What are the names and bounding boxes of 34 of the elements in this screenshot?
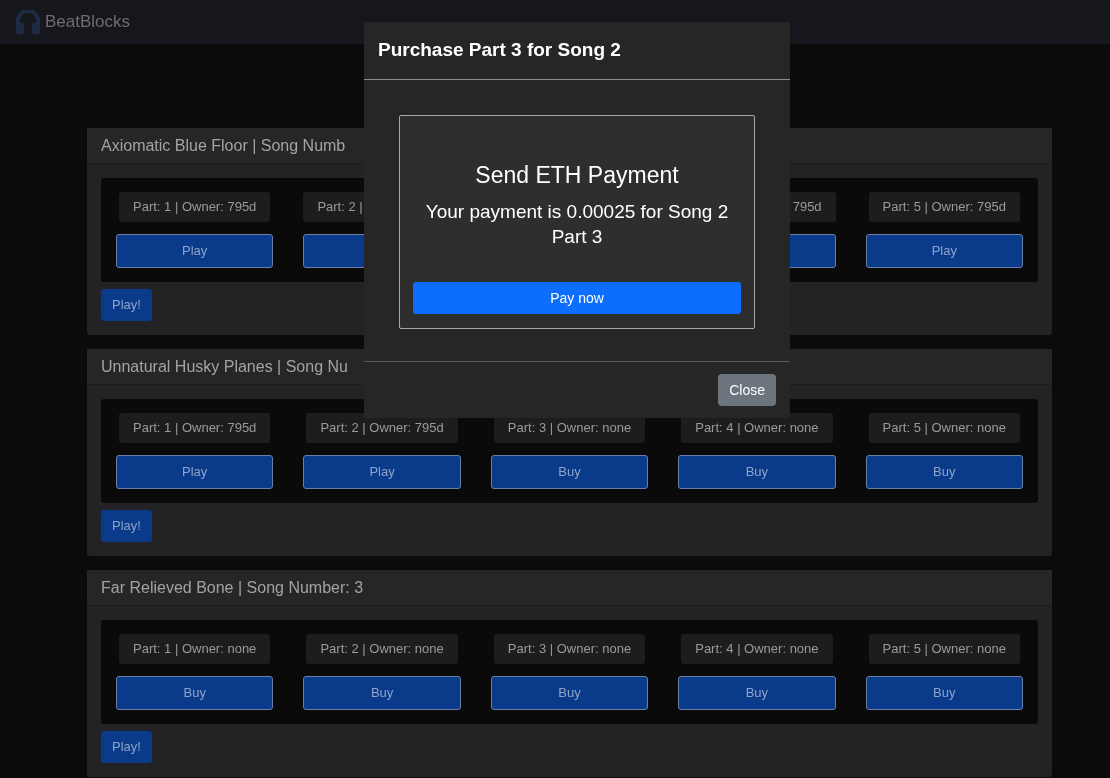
- part-owner-label: Part: 2 | Owner: none: [306, 634, 458, 664]
- part-owner-label: Part: 3 | Owner: none: [493, 634, 646, 664]
- part-owner-label: Part: 4 | Owner: none: [681, 634, 833, 664]
- brand-name[interactable]: BeatBlocks: [45, 9, 131, 35]
- part-button[interactable]: Buy: [490, 676, 649, 710]
- play-all-button[interactable]: Play!: [101, 510, 152, 542]
- part-owner-label: Part: 1 | Owner: 795d: [119, 192, 271, 222]
- close-button[interactable]: Close: [718, 374, 776, 406]
- part-button[interactable]: Play: [116, 455, 274, 489]
- song-title: Far Relieved Bone | Song Number: 3: [101, 577, 364, 598]
- payment-message: Your payment is 0.00025 for Song 2 Part 3: [424, 199, 730, 249]
- part-button[interactable]: Buy: [678, 455, 836, 489]
- payment-heading: Send ETH Payment: [475, 161, 679, 190]
- play-all-button[interactable]: Play!: [101, 731, 152, 763]
- part-button[interactable]: Buy: [303, 676, 461, 710]
- part-owner-label: Part: 5 | Owner: none: [868, 413, 1020, 443]
- song-title: Unnatural Husky Planes | Song Nu: [101, 356, 348, 377]
- part-owner-label: Part: 5 | Owner: none: [868, 634, 1020, 664]
- part-owner-label: Part: 1 | Owner: none: [119, 634, 271, 664]
- part-button[interactable]: Buy: [678, 676, 836, 710]
- part-button[interactable]: Buy: [865, 455, 1023, 489]
- part-button[interactable]: Buy: [116, 676, 274, 710]
- dialog-title: Purchase Part 3 for Song 2: [378, 38, 621, 63]
- part-owner-label: Part: 5 | Owner: 795d: [868, 192, 1020, 222]
- part-button[interactable]: Play: [116, 234, 274, 268]
- song-title: Axiomatic Blue Floor | Song Numb: [101, 135, 346, 156]
- part-button[interactable]: Buy: [490, 455, 649, 489]
- pay-now-button[interactable]: Pay now: [413, 282, 741, 314]
- headphones-icon: [15, 10, 41, 34]
- part-owner-label: Part: 1 | Owner: 795d: [119, 413, 271, 443]
- part-button[interactable]: Buy: [865, 676, 1023, 710]
- play-all-button[interactable]: Play!: [101, 289, 152, 321]
- part-button[interactable]: Play: [865, 234, 1023, 268]
- part-button[interactable]: Play: [303, 455, 461, 489]
